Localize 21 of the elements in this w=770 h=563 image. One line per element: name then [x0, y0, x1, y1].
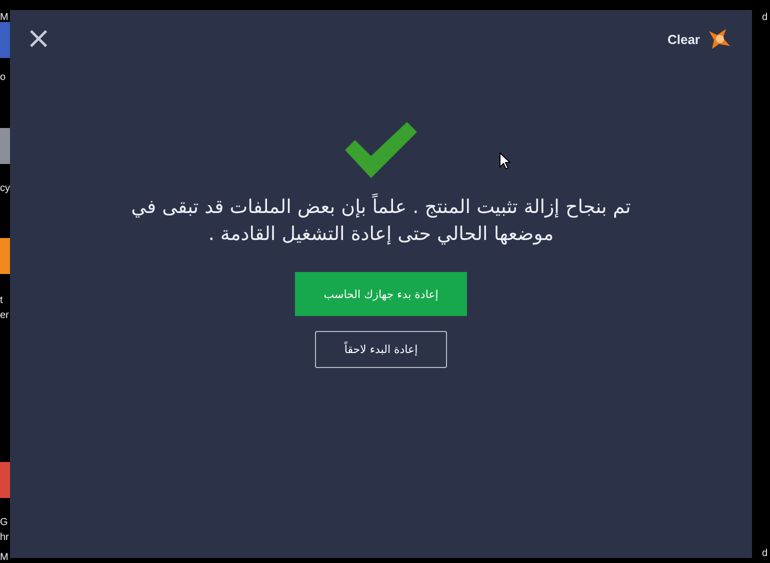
desktop-icon[interactable] [0, 238, 10, 274]
logo-icon [706, 27, 732, 51]
close-button[interactable]: × [26, 27, 52, 51]
desktop-label: d [762, 12, 768, 23]
desktop-label: M [0, 12, 8, 23]
desktop-label: o [0, 72, 6, 83]
desktop-label: cy [0, 183, 10, 194]
desktop-label: hr [0, 532, 9, 543]
desktop-icon[interactable] [0, 462, 10, 498]
restart-later-button[interactable]: إعادة البدء لاحقاً [315, 331, 447, 368]
brand-name: Clear [667, 32, 700, 46]
desktop-label: M [0, 552, 8, 563]
desktop-label: er [0, 310, 9, 321]
desktop-icon[interactable] [0, 128, 10, 164]
mouse-cursor-icon [499, 152, 511, 170]
success-message: تم بنجاح إزالة تثبيت المنتج . علماً بإن بعض الملفات قد تبقى في موضعها الحالي حتى إعادة التشغيل القادمة . [121, 194, 641, 248]
desktop-label: t [0, 295, 3, 306]
desktop-label: d [762, 548, 768, 559]
desktop-label: G [0, 517, 8, 528]
checkmark-icon [343, 120, 419, 180]
desktop-icon[interactable] [0, 22, 10, 58]
